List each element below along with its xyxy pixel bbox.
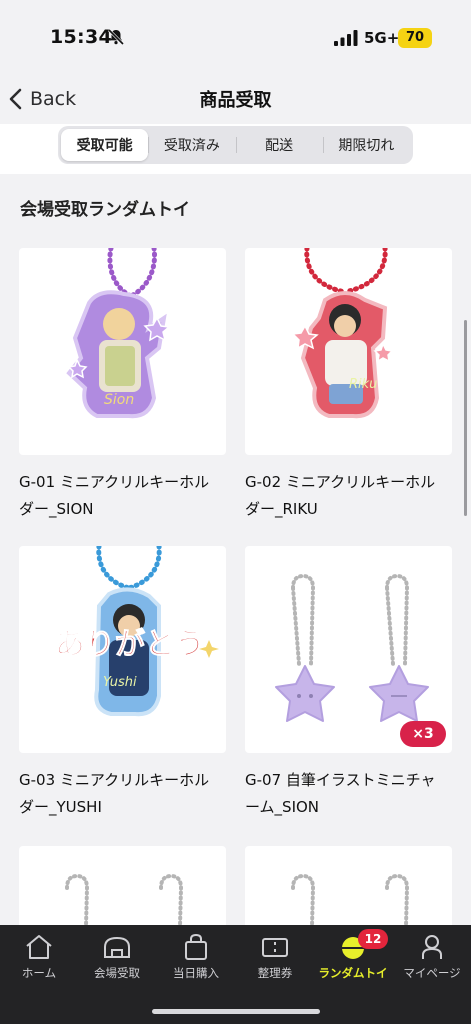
person-icon	[422, 935, 442, 959]
venue-icon	[104, 936, 130, 958]
tab-venue-pickup[interactable]: 会場受取	[78, 925, 156, 995]
keychain-art-text: ありがとう	[55, 627, 205, 662]
product-image: Riku	[245, 248, 452, 455]
acrylic-keychain-image: Yushi ありがとう	[55, 546, 219, 717]
section-heading: 会場受取ランダムトイ	[20, 200, 190, 220]
tab-my-page[interactable]: マイページ	[393, 925, 471, 995]
segment-tab-delivery[interactable]: 配送	[235, 129, 323, 161]
product-title: G-02 ミニアクリルキーホルダー_RIKU	[245, 473, 436, 518]
tab-ticket[interactable]: 整理券	[236, 925, 314, 995]
svg-text:Yushi: Yushi	[103, 675, 137, 690]
bottom-tab-bar: ホーム 会場受取 当日購入 整理券 ランダムトイ 12 マイページ	[0, 925, 471, 1024]
bell-slash-icon	[107, 28, 125, 46]
segment-tab-available[interactable]: 受取可能	[61, 129, 149, 161]
svg-text:Riku: Riku	[349, 377, 377, 392]
svg-text:Sion: Sion	[104, 392, 134, 408]
scrollbar[interactable]	[464, 320, 467, 516]
signal-icon	[334, 30, 358, 46]
product-image: ×3	[245, 546, 452, 753]
status-bar: 15:34 5G+ 70	[0, 0, 471, 76]
product-title: G-03 ミニアクリルキーホルダー_YUSHI	[19, 771, 210, 816]
segment-area: 受取可能 受取済み 配送 期限切れ	[0, 124, 471, 174]
home-indicator	[152, 1009, 320, 1014]
navigation-bar: Back 商品受取	[0, 76, 471, 124]
ticket-icon	[262, 938, 288, 957]
tab-same-day-purchase[interactable]: 当日購入	[157, 925, 235, 995]
status-segmented-control: 受取可能 受取済み 配送 期限切れ	[58, 126, 413, 164]
acrylic-keychain-image: Riku	[291, 248, 394, 419]
tab-home[interactable]: ホーム	[0, 925, 78, 995]
shopping-bag-icon	[185, 933, 207, 960]
notification-badge: 12	[358, 929, 388, 949]
product-image: Sion	[19, 248, 226, 455]
battery-indicator: 70	[398, 28, 432, 48]
network-label: 5G+	[364, 29, 400, 47]
product-card[interactable]: ×3 G-07 自筆イラストミニチャーム_SION	[245, 546, 452, 821]
tab-random-toy[interactable]: ランダムトイ 12	[314, 925, 392, 995]
home-icon	[26, 935, 52, 959]
product-title: G-01 ミニアクリルキーホルダー_SION	[19, 473, 210, 518]
segment-tab-received[interactable]: 受取済み	[148, 129, 235, 161]
status-time: 15:34	[50, 26, 112, 48]
product-card[interactable]: Riku G-02 ミニアクリルキーホルダー_RIKU	[245, 248, 452, 523]
product-title: G-07 自筆イラストミニチャーム_SION	[245, 771, 436, 816]
product-image: Yushi ありがとう	[19, 546, 226, 753]
product-card[interactable]: Yushi ありがとう G-03 ミニアクリルキーホルダー_YUSHI	[19, 546, 226, 821]
acrylic-keychain-image: Sion	[66, 248, 171, 419]
quantity-badge: ×3	[400, 721, 446, 747]
segment-tab-expired[interactable]: 期限切れ	[322, 129, 410, 161]
page-title: 商品受取	[199, 90, 272, 111]
product-card[interactable]: Sion G-01 ミニアクリルキーホルダー_SION	[19, 248, 226, 523]
